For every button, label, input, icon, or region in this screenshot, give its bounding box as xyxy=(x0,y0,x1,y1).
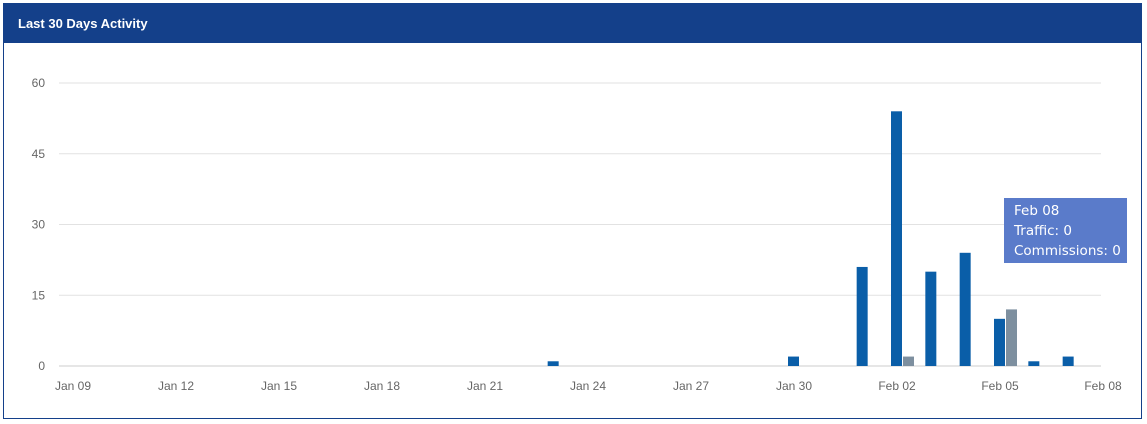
x-tick-label: Jan 18 xyxy=(364,379,400,393)
x-tick-label: Feb 05 xyxy=(981,379,1019,393)
y-tick-label: 45 xyxy=(32,147,46,161)
activity-chart: 0 15 30 45 60 Jan 09 Jan 12 Jan 15 Jan 18 Jan 21 J… xyxy=(4,43,1141,418)
tooltip-commissions: Commissions: 0 xyxy=(1014,243,1121,259)
y-tick-label: 30 xyxy=(32,218,46,232)
commissions-bar xyxy=(903,356,914,366)
x-tick-label: Jan 12 xyxy=(158,379,194,393)
traffic-bar xyxy=(1062,356,1074,366)
panel-title: Last 30 Days Activity xyxy=(4,4,1141,43)
x-tick-label: Jan 27 xyxy=(673,379,709,393)
traffic-bar xyxy=(856,266,868,366)
commissions-bar xyxy=(1006,309,1017,366)
x-tick-label: Jan 09 xyxy=(55,379,91,393)
y-tick-label: 60 xyxy=(32,76,46,90)
activity-panel: Last 30 Days Activity 0 15 30 45 60 Jan 09 Jan… xyxy=(3,3,1142,419)
y-tick-label: 15 xyxy=(32,288,46,302)
traffic-bar xyxy=(994,318,1005,366)
traffic-bar xyxy=(1028,361,1040,366)
chart-tooltip: Feb 08 Traffic: 0 Commissions: 0 xyxy=(1004,198,1127,263)
x-tick-label: Jan 21 xyxy=(467,379,503,393)
traffic-bar xyxy=(891,111,902,366)
tooltip-traffic: Traffic: 0 xyxy=(1014,223,1072,239)
x-tick-label: Jan 15 xyxy=(261,379,297,393)
traffic-bar xyxy=(788,356,799,366)
tooltip-date: Feb 08 xyxy=(1014,203,1060,219)
activity-chart-svg: 0 15 30 45 60 Jan 09 Jan 12 Jan 15 Jan 18 Jan 21 J… xyxy=(32,76,1122,393)
x-tick-label: Feb 08 xyxy=(1084,379,1122,393)
y-tick-label: 0 xyxy=(38,359,45,373)
traffic-bar xyxy=(959,252,971,366)
traffic-bar xyxy=(925,271,937,366)
x-tick-label: Jan 24 xyxy=(570,379,606,393)
x-tick-label: Jan 30 xyxy=(776,379,812,393)
x-tick-label: Feb 02 xyxy=(878,379,916,393)
traffic-bar xyxy=(547,361,559,366)
